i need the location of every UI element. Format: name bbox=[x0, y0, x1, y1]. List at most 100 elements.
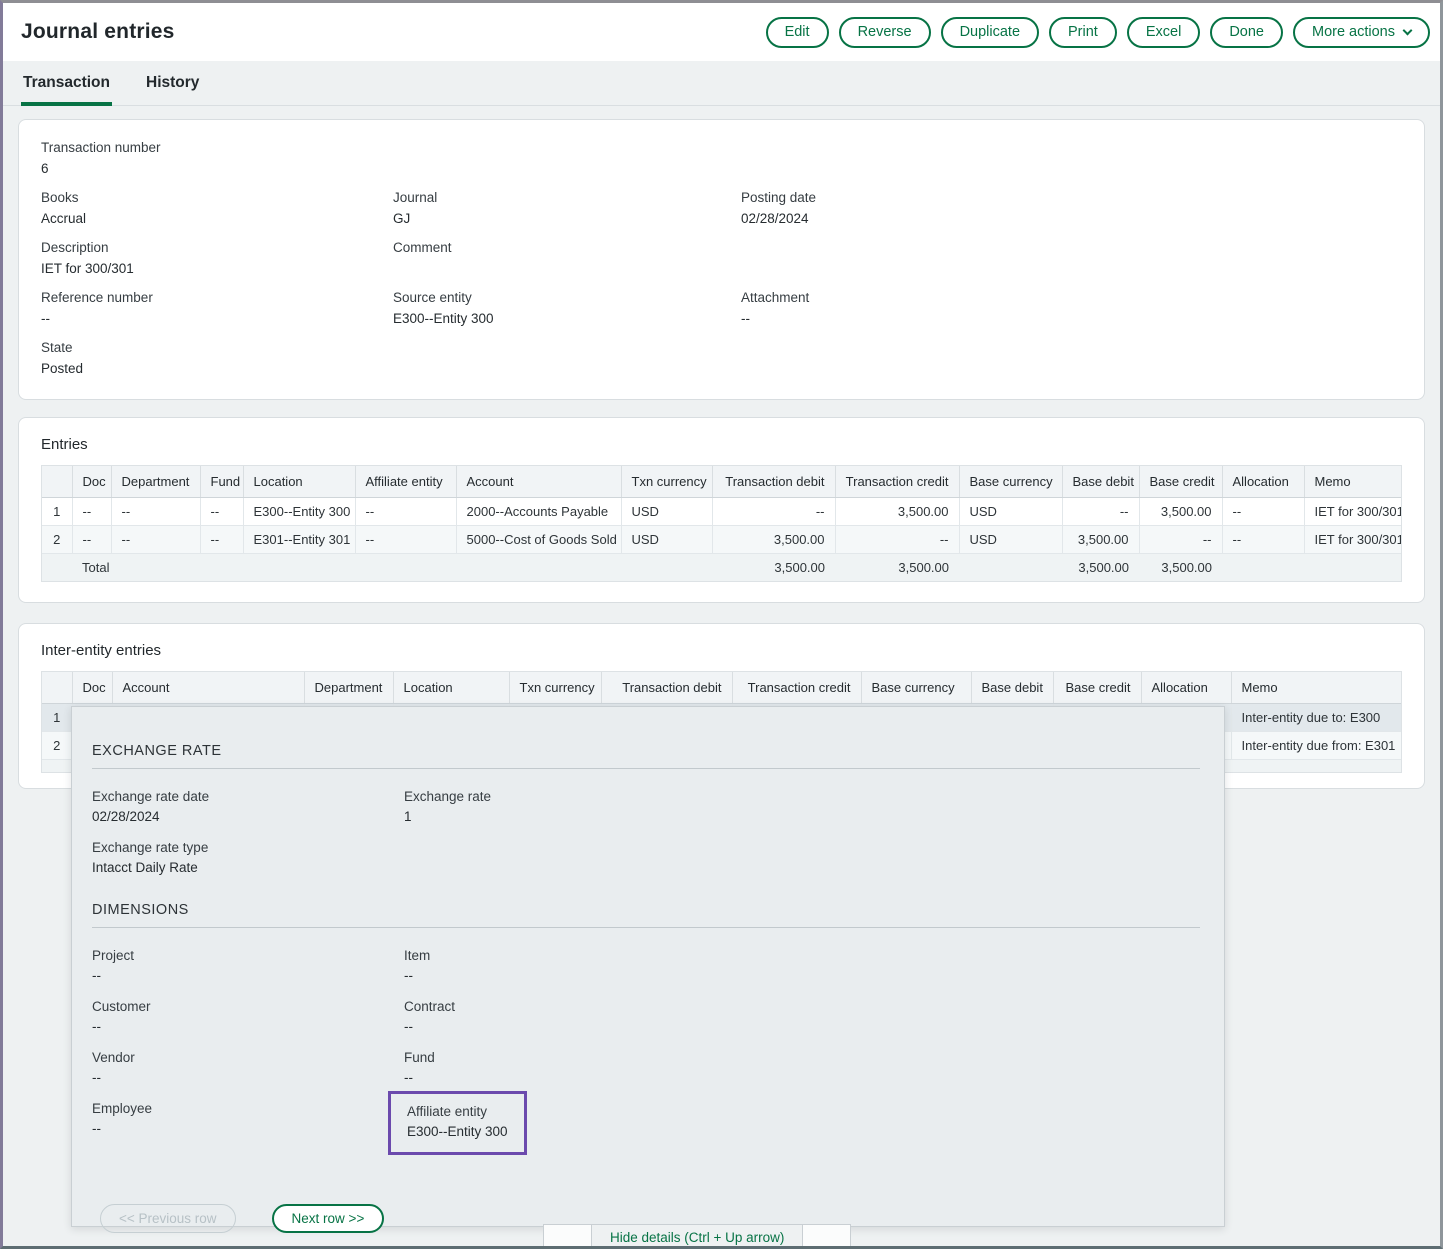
edit-button[interactable]: Edit bbox=[766, 17, 829, 48]
cell-location: E300--Entity 300 bbox=[243, 498, 355, 526]
section-divider bbox=[92, 927, 1200, 928]
cell-base-currency: USD bbox=[959, 498, 1062, 526]
field-label: Affiliate entity bbox=[407, 1104, 508, 1119]
cell-rownum: 2 bbox=[42, 526, 72, 554]
tab-transaction[interactable]: Transaction bbox=[21, 74, 112, 105]
header-bar: Journal entries Edit Reverse Duplicate P… bbox=[3, 3, 1440, 61]
entries-table: Doc Department Fund Location Affiliate e… bbox=[41, 465, 1402, 582]
cell-memo: IET for 300/301 bbox=[1304, 526, 1401, 554]
cell-txn-debit: 3,500.00 bbox=[712, 526, 835, 554]
affiliate-entity-field: Affiliate entity E300--Entity 300 bbox=[404, 1101, 1200, 1155]
cell-txn-debit: -- bbox=[712, 498, 835, 526]
total-base-credit: 3,500.00 bbox=[1139, 554, 1222, 582]
vendor-field: Vendor -- bbox=[92, 1050, 404, 1086]
col-header-affiliate-entity: Affiliate entity bbox=[355, 466, 456, 498]
customer-field: Customer -- bbox=[92, 999, 404, 1035]
fund-field: Fund -- bbox=[404, 1050, 1200, 1086]
col-header-department: Department bbox=[111, 466, 200, 498]
journal-field: Journal GJ bbox=[393, 190, 741, 227]
entries-row-1[interactable]: 1 -- -- -- E300--Entity 300 -- 2000--Acc… bbox=[42, 498, 1401, 526]
toolbar: Edit Reverse Duplicate Print Excel Done … bbox=[766, 17, 1430, 48]
duplicate-button[interactable]: Duplicate bbox=[941, 17, 1039, 48]
interentity-header-row: Doc Account Department Location Txn curr… bbox=[42, 672, 1401, 704]
col-header-transaction-credit: Transaction credit bbox=[732, 672, 861, 704]
project-field: Project -- bbox=[92, 948, 404, 984]
col-header-base-debit: Base debit bbox=[971, 672, 1053, 704]
field-label: Project bbox=[92, 948, 404, 963]
cell-allocation: -- bbox=[1222, 526, 1304, 554]
total-txn-credit: 3,500.00 bbox=[835, 554, 959, 582]
cell-txn-currency: USD bbox=[621, 526, 712, 554]
done-button[interactable]: Done bbox=[1210, 17, 1283, 48]
col-header-department: Department bbox=[304, 672, 393, 704]
bottom-tab-spacer-left bbox=[543, 1224, 591, 1249]
field-value: -- bbox=[404, 968, 1200, 984]
cell-fund: -- bbox=[200, 498, 243, 526]
col-header-allocation: Allocation bbox=[1222, 466, 1304, 498]
col-header-base-currency: Base currency bbox=[861, 672, 971, 704]
bottom-tab-spacer-right bbox=[803, 1224, 851, 1249]
next-row-button[interactable]: Next row >> bbox=[272, 1204, 385, 1233]
tab-strip: Transaction History bbox=[3, 61, 1440, 106]
field-label: Contract bbox=[404, 999, 1200, 1014]
field-label: Exchange rate date bbox=[92, 789, 404, 804]
field-value: -- bbox=[92, 1121, 404, 1137]
cell-base-currency: USD bbox=[959, 526, 1062, 554]
reference-number-field: Reference number -- bbox=[41, 290, 393, 327]
cell-allocation: -- bbox=[1222, 498, 1304, 526]
col-header-allocation: Allocation bbox=[1141, 672, 1231, 704]
cell-department: -- bbox=[111, 526, 200, 554]
bottom-tab-strip: Hide details (Ctrl + Up arrow) bbox=[543, 1224, 851, 1249]
cell-affiliate: -- bbox=[355, 526, 456, 554]
field-label: Fund bbox=[404, 1050, 1200, 1065]
hide-details-tab[interactable]: Hide details (Ctrl + Up arrow) bbox=[591, 1224, 803, 1249]
dimensions-heading: DIMENSIONS bbox=[92, 902, 1200, 918]
field-label: Books bbox=[41, 190, 393, 205]
col-header-doc: Doc bbox=[72, 672, 112, 704]
excel-button[interactable]: Excel bbox=[1127, 17, 1200, 48]
field-label: Customer bbox=[92, 999, 404, 1014]
field-value: -- bbox=[92, 1070, 404, 1086]
col-header-account: Account bbox=[456, 466, 621, 498]
more-actions-button[interactable]: More actions bbox=[1293, 17, 1430, 48]
employee-field: Employee -- bbox=[92, 1101, 404, 1155]
col-header-fund: Fund bbox=[200, 466, 243, 498]
posting-date-field: Posting date 02/28/2024 bbox=[741, 190, 1402, 227]
cell-txn-credit: 3,500.00 bbox=[835, 498, 959, 526]
total-base-debit: 3,500.00 bbox=[1062, 554, 1139, 582]
col-header-transaction-debit: Transaction debit bbox=[601, 672, 732, 704]
col-header-base-currency: Base currency bbox=[959, 466, 1062, 498]
col-header-transaction-debit: Transaction debit bbox=[712, 466, 835, 498]
comment-field: Comment bbox=[393, 240, 741, 277]
cell-rownum: 1 bbox=[42, 498, 72, 526]
field-value: E300--Entity 300 bbox=[407, 1124, 508, 1140]
chevron-down-icon bbox=[1403, 25, 1413, 35]
cell-txn-credit: -- bbox=[835, 526, 959, 554]
entries-title: Entries bbox=[41, 436, 1402, 453]
cell-doc: -- bbox=[72, 526, 111, 554]
field-label: Posting date bbox=[741, 190, 1402, 205]
item-field: Item -- bbox=[404, 948, 1200, 984]
col-header-rownum bbox=[42, 466, 72, 498]
description-field: Description IET for 300/301 bbox=[41, 240, 393, 277]
entries-total-row: Total 3,500.00 3,500.00 3,500.00 3,500.0… bbox=[42, 554, 1401, 582]
exchange-rate-heading: EXCHANGE RATE bbox=[92, 743, 1200, 759]
field-value: Posted bbox=[41, 361, 393, 377]
tab-history[interactable]: History bbox=[144, 74, 201, 105]
total-label: Total bbox=[72, 554, 712, 582]
print-button[interactable]: Print bbox=[1049, 17, 1117, 48]
entries-header-row: Doc Department Fund Location Affiliate e… bbox=[42, 466, 1401, 498]
cell-account: 2000--Accounts Payable bbox=[456, 498, 621, 526]
field-value: -- bbox=[404, 1070, 1200, 1086]
section-divider bbox=[92, 768, 1200, 769]
cell-department: -- bbox=[111, 498, 200, 526]
field-value: 02/28/2024 bbox=[741, 211, 1402, 227]
col-header-txn-currency: Txn currency bbox=[621, 466, 712, 498]
exchange-rate-field: Exchange rate 1 bbox=[404, 789, 1200, 825]
previous-row-button[interactable]: << Previous row bbox=[100, 1204, 236, 1233]
more-actions-label: More actions bbox=[1312, 24, 1395, 40]
reverse-button[interactable]: Reverse bbox=[839, 17, 931, 48]
entries-row-2[interactable]: 2 -- -- -- E301--Entity 301 -- 5000--Cos… bbox=[42, 526, 1401, 554]
field-label: Comment bbox=[393, 240, 741, 255]
cell-account: 5000--Cost of Goods Sold bbox=[456, 526, 621, 554]
